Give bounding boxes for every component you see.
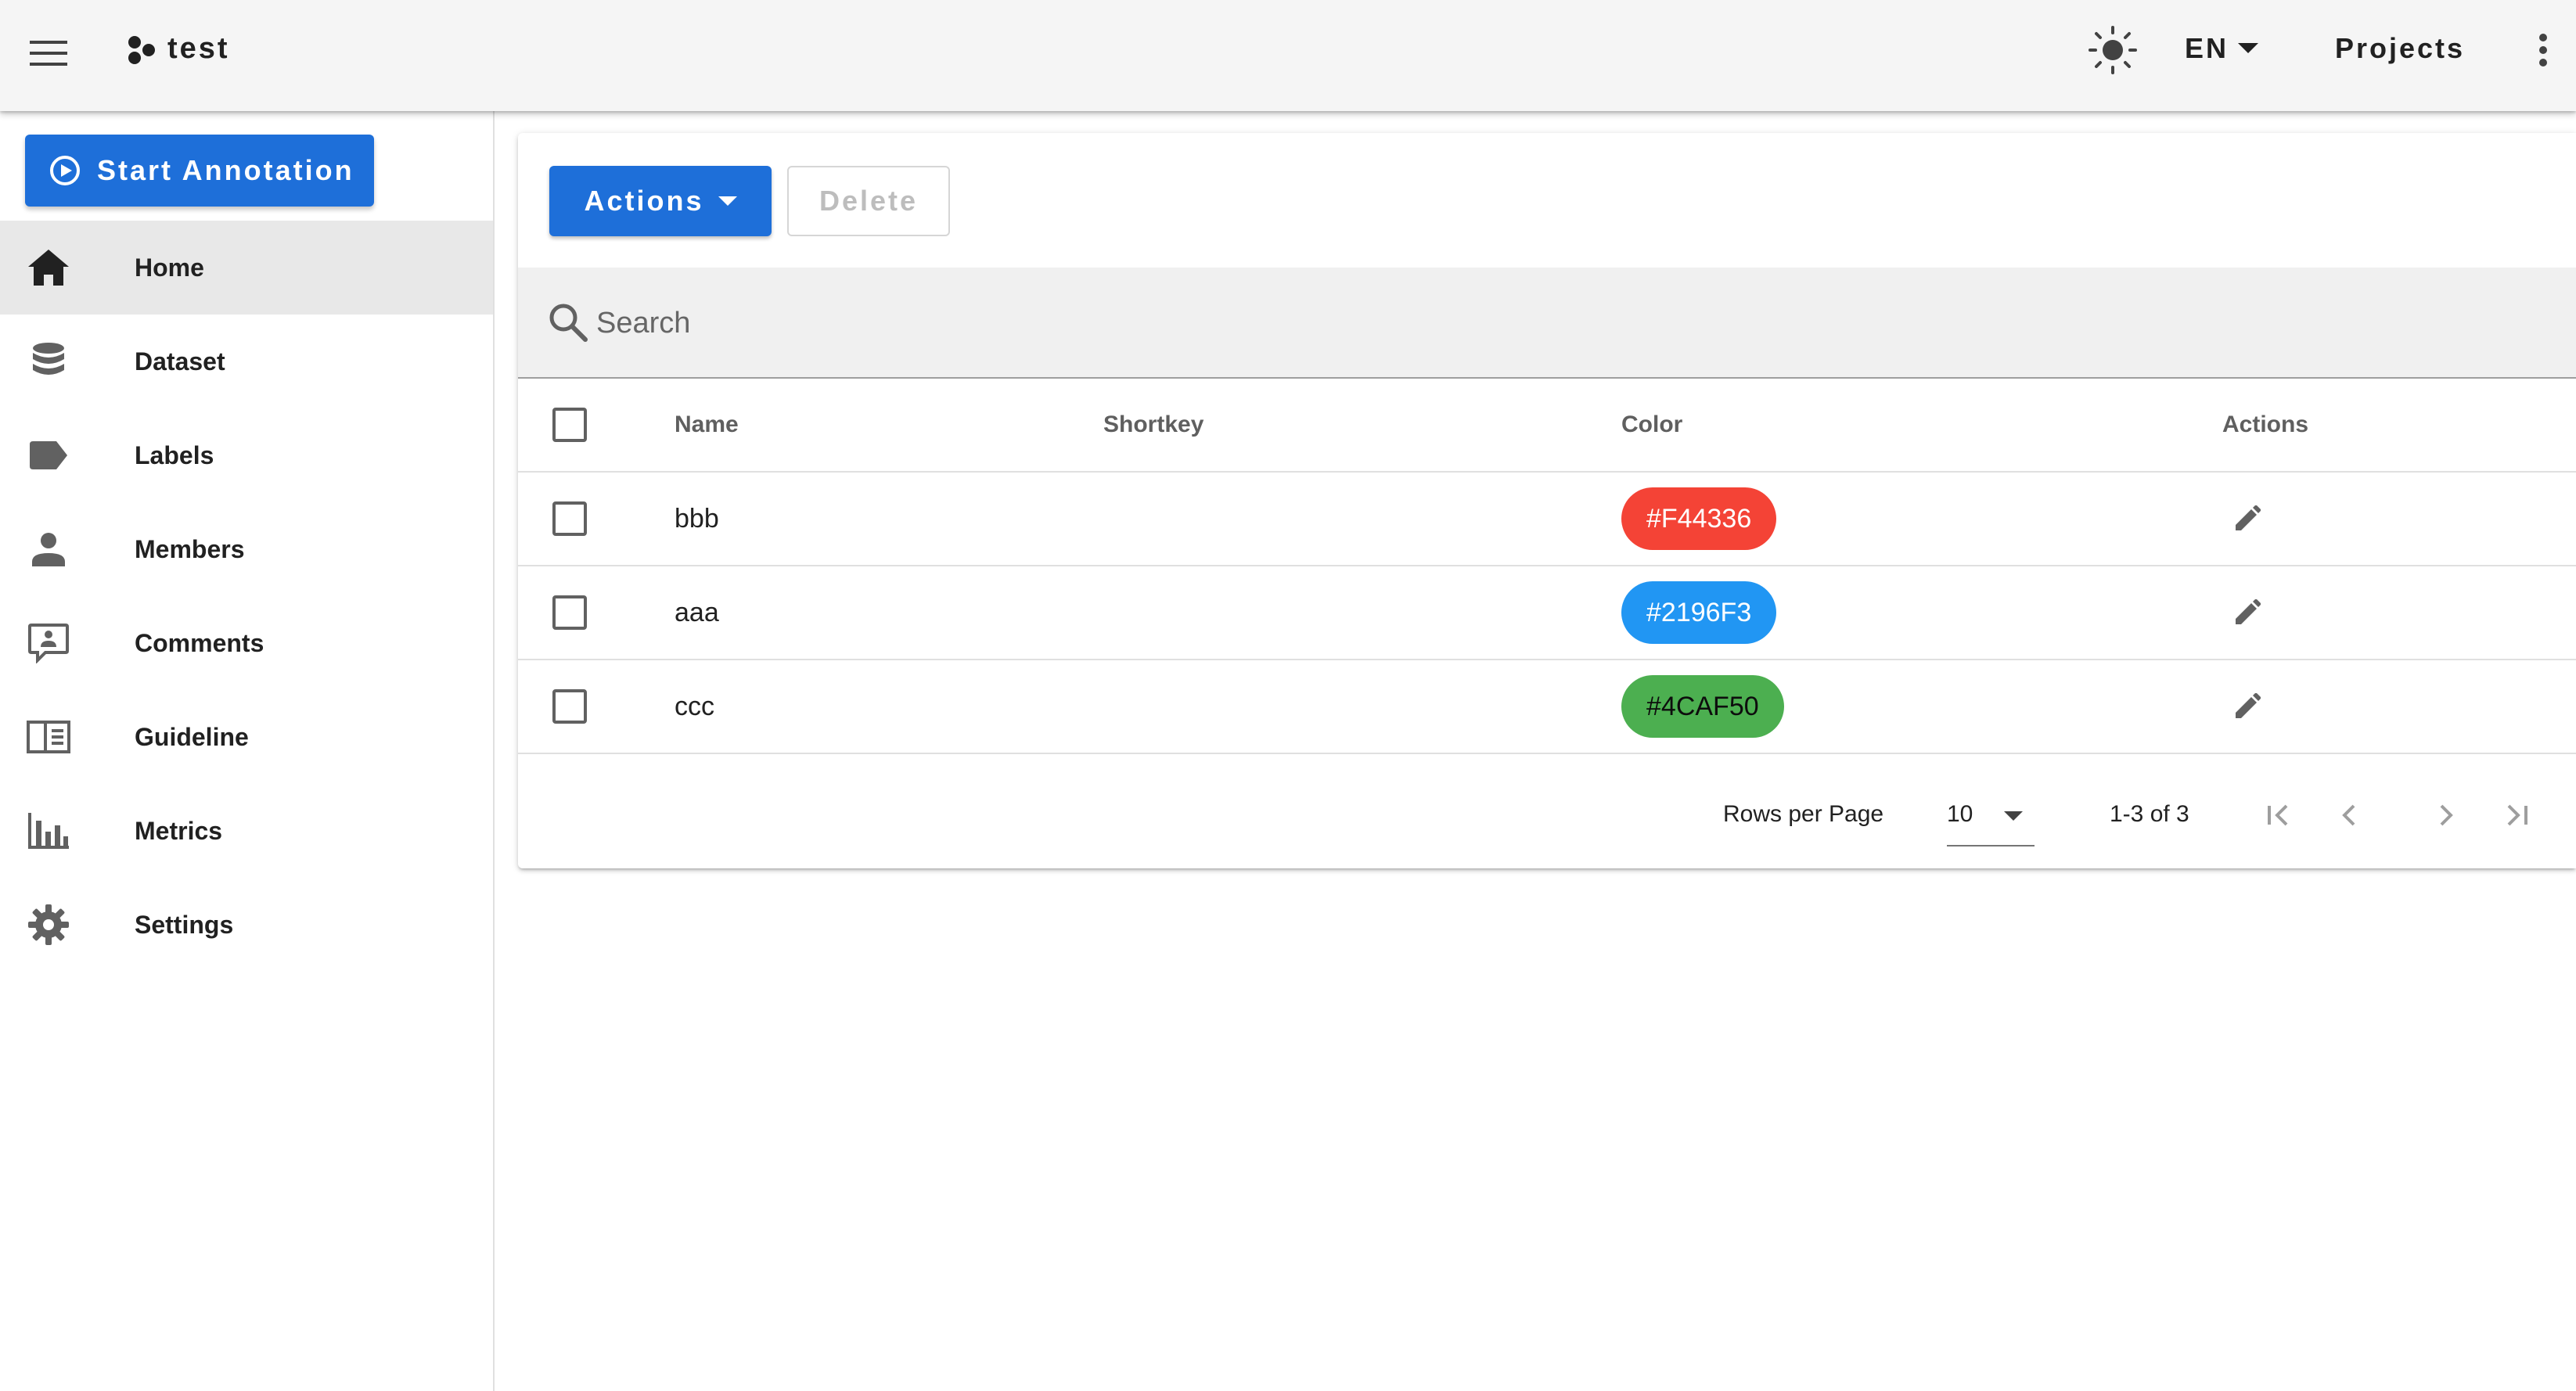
delete-button[interactable]: Delete [787,166,950,236]
comment-icon [23,618,74,668]
language-selector[interactable]: EN [2185,25,2259,72]
actions-cell [2222,473,2269,565]
pencil-icon[interactable] [2225,685,2269,728]
row-select-cell [552,473,599,565]
home-icon [23,243,74,293]
play-circle-icon [50,156,80,185]
sidebar-item-members[interactable]: Members [0,502,493,596]
sidebar-item-label: Settings [135,910,234,939]
logo-icon [125,34,157,66]
chevron-down-icon [2004,811,2023,821]
column-header-name[interactable]: Name [675,379,739,471]
color-chip: #4CAF50 [1621,675,1784,738]
label-name: aaa [675,597,719,627]
table-footer: Rows per Page 10 1-3 of 3 [518,762,2576,868]
sidebar-item-label: Comments [135,628,264,657]
last-page-icon[interactable] [2495,793,2538,837]
sidebar-item-guideline[interactable]: Guideline [0,690,493,784]
label-icon [23,430,74,480]
table-header-row: Name Shortkey Color Actions [518,379,2576,473]
select-all-cell [552,379,599,471]
pencil-icon[interactable] [2225,497,2269,541]
sidebar-item-label: Metrics [135,816,223,845]
sidebar-item-label: Guideline [135,722,249,751]
next-page-icon[interactable] [2424,793,2468,837]
search-icon [549,304,588,342]
start-annotation-button[interactable]: Start Annotation [25,135,374,207]
sidebar-item-dataset[interactable]: Dataset [0,315,493,408]
first-page-icon[interactable] [2257,793,2301,837]
app-bar: test EN Projects [0,0,2576,111]
projects-button[interactable]: Projects [2335,25,2465,72]
sidebar-item-metrics[interactable]: Metrics [0,784,493,878]
table-row: ccc #4CAF50 [518,660,2576,754]
database-icon [23,336,74,386]
sidebar-item-comments[interactable]: Comments [0,596,493,690]
gear-icon [23,900,74,950]
row-select-cell [552,660,599,753]
sidebar-item-label: Members [135,534,245,563]
color-cell: #F44336 [1621,473,1777,565]
color-cell: #2196F3 [1621,566,1777,659]
row-select-cell [552,566,599,659]
color-chip: #2196F3 [1621,581,1777,644]
rows-per-page-label: Rows per Page [1723,801,1884,827]
sidebar-item-labels[interactable]: Labels [0,408,493,502]
search-input[interactable] [596,296,2474,350]
page-range-text: 1-3 of 3 [2110,801,2189,827]
row-checkbox[interactable] [552,501,587,536]
label-name: bbb [675,503,719,534]
column-header-actions: Actions [2222,412,2309,437]
app-title[interactable]: test [167,30,230,67]
person-icon [23,524,74,574]
actions-cell [2222,566,2269,659]
sidebar-item-settings[interactable]: Settings [0,878,493,972]
theme-toggle-icon[interactable] [2085,22,2141,78]
actions-cell [2222,660,2269,753]
previous-page-icon[interactable] [2327,793,2371,837]
row-checkbox[interactable] [552,689,587,724]
actions-label: Actions [584,185,704,217]
color-chip: #F44336 [1621,487,1777,550]
sidebar-item-label: Labels [135,440,214,469]
chevron-down-icon [2238,43,2259,53]
sidebar-item-label: Home [135,253,204,282]
menu-icon[interactable] [23,28,74,78]
row-checkbox[interactable] [552,595,587,630]
labels-card: Actions Delete Name Shortkey Color Actio… [518,133,2576,868]
sidebar-item-home[interactable]: Home [0,221,493,315]
chevron-down-icon [718,196,737,206]
actions-menu-button[interactable]: Actions [549,166,772,236]
label-name: ccc [675,691,714,721]
pencil-icon[interactable] [2225,591,2269,634]
table-row: bbb #F44336 [518,473,2576,566]
table-row: aaa #2196F3 [518,566,2576,660]
rows-per-page-select[interactable]: 10 [1947,789,2035,846]
sidebar-item-label: Dataset [135,347,225,376]
color-cell: #4CAF50 [1621,660,1784,753]
more-vert-icon[interactable] [2524,25,2562,75]
sidebar: Start Annotation Home Dataset Labels Mem… [0,111,495,1391]
labels-table: Name Shortkey Color Actions bbb #F44336 … [518,379,2576,754]
start-annotation-label: Start Annotation [97,154,354,186]
chart-icon [23,806,74,856]
book-icon [23,712,74,762]
select-all-checkbox[interactable] [552,408,587,442]
search-field[interactable] [518,268,2576,379]
column-header-color[interactable]: Color [1621,379,1682,471]
column-header-shortkey[interactable]: Shortkey [1103,379,1203,471]
rows-per-page-value: 10 [1947,801,1973,827]
language-label: EN [2185,32,2229,64]
